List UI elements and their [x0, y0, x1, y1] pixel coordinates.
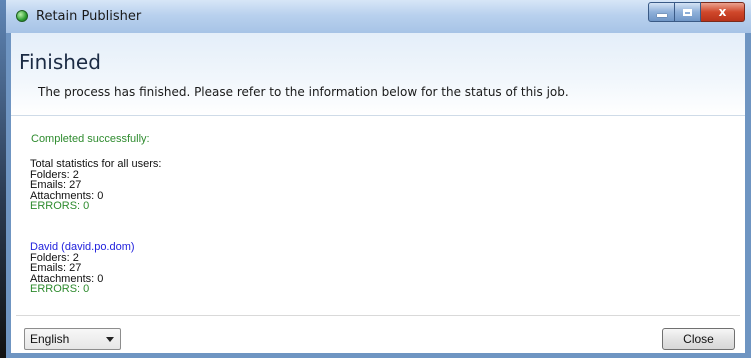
window-left-edge	[0, 0, 6, 358]
window-title: Retain Publisher	[36, 9, 142, 24]
wizard-header: Finished The process has finished. Pleas…	[11, 33, 745, 116]
maximize-button[interactable]	[675, 2, 701, 22]
maximize-icon	[683, 8, 692, 16]
minimize-button[interactable]	[648, 2, 675, 22]
chevron-down-icon	[106, 337, 114, 342]
close-icon: x	[718, 5, 727, 19]
totals-heading: Total statistics for all users:	[30, 158, 162, 170]
app-icon	[16, 10, 28, 22]
user-name: David (david.po.dom)	[30, 241, 135, 253]
user-statistics: David (david.po.dom) Folders: 2 Emails: …	[30, 242, 135, 295]
app-window: Retain Publisher x Finished The process …	[0, 0, 751, 358]
caption-buttons: x	[648, 2, 745, 22]
page-title: Finished	[19, 50, 101, 74]
footer-divider	[16, 315, 740, 316]
user-errors: ERRORS: 0	[30, 283, 90, 296]
language-select[interactable]: English	[24, 328, 121, 350]
window-bottom-edge	[6, 353, 751, 358]
dialog-content: Finished The process has finished. Pleas…	[11, 33, 745, 353]
total-statistics: Total statistics for all users: Folders:…	[30, 159, 161, 212]
page-description: The process has finished. Please refer t…	[38, 85, 569, 99]
minimize-icon	[656, 14, 667, 17]
close-button[interactable]: Close	[662, 328, 735, 350]
close-window-button[interactable]: x	[701, 2, 745, 22]
title-bar[interactable]: Retain Publisher x	[6, 0, 751, 33]
language-value: English	[30, 332, 70, 346]
status-text: Completed successfully:	[31, 133, 150, 145]
totals-errors: ERRORS: 0	[30, 200, 90, 213]
